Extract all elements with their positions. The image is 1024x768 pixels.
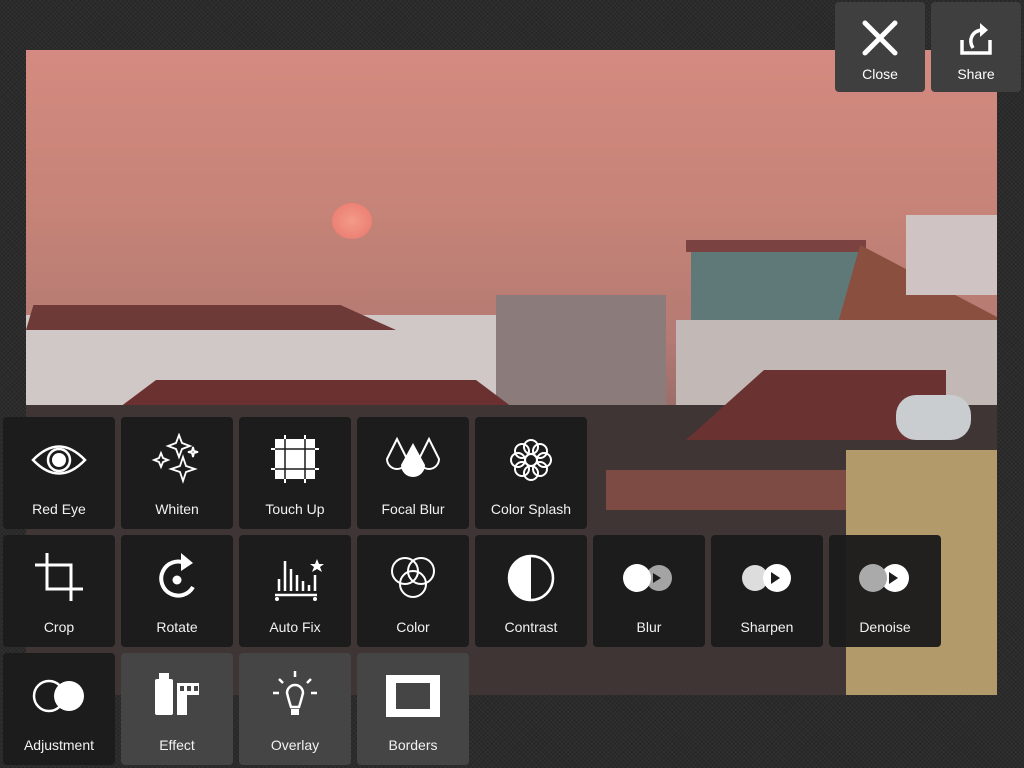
tool-contrast-button[interactable]: Contrast <box>475 535 587 647</box>
tool-sharpen-button[interactable]: Sharpen <box>711 535 823 647</box>
share-button[interactable]: Share <box>931 2 1021 92</box>
tool-label: Auto Fix <box>269 619 321 635</box>
tool-label: Crop <box>43 619 75 635</box>
sharpen-icon <box>742 564 791 592</box>
tool-label: Whiten <box>155 501 199 517</box>
close-button[interactable]: Close <box>835 2 925 92</box>
tool-red-eye-button[interactable]: Red Eye <box>3 417 115 529</box>
sun <box>332 203 372 239</box>
tool-label: Overlay <box>270 737 320 753</box>
contrast-icon <box>507 554 555 602</box>
share-icon <box>960 23 992 55</box>
tool-label: Red Eye <box>32 501 86 517</box>
close-label: Close <box>862 66 898 82</box>
tool-color-splash-button[interactable]: Color Splash <box>475 417 587 529</box>
drops-icon <box>385 436 441 477</box>
tool-color-button[interactable]: Color <box>357 535 469 647</box>
tool-overlay-button[interactable]: Overlay <box>239 653 351 765</box>
tool-rotate-button[interactable]: Rotate <box>121 535 233 647</box>
frame-icon <box>386 675 440 717</box>
tool-label: Color <box>396 619 430 635</box>
blur-icon <box>623 564 672 592</box>
tool-label: Rotate <box>156 619 198 635</box>
patch-icon <box>271 435 319 483</box>
lightbulb-icon <box>273 671 317 715</box>
tool-label: Blur <box>636 619 662 635</box>
tool-effect-button[interactable]: Effect <box>121 653 233 765</box>
tool-whiten-button[interactable]: Whiten <box>121 417 233 529</box>
sparkles-icon <box>151 433 199 484</box>
tool-crop-button[interactable]: Crop <box>3 535 115 647</box>
denoise-icon <box>859 564 909 592</box>
share-label: Share <box>957 66 995 82</box>
tool-label: Contrast <box>504 619 558 635</box>
crop-icon <box>35 553 83 601</box>
rotate-icon <box>159 553 195 598</box>
tool-label: Adjustment <box>23 737 95 753</box>
close-icon <box>862 20 898 56</box>
tool-adjustment-button[interactable]: Adjustment <box>3 653 115 765</box>
histogram-star-icon <box>275 559 324 601</box>
rgb-circles-icon <box>391 557 435 598</box>
film-icon <box>155 673 199 715</box>
tool-denoise-button[interactable]: Denoise <box>829 535 941 647</box>
tool-blur-button[interactable]: Blur <box>593 535 705 647</box>
tool-label: Touch Up <box>265 501 325 517</box>
eye-icon <box>31 445 87 475</box>
flower-icon <box>510 439 552 481</box>
tool-label: Denoise <box>859 619 911 635</box>
tool-focal-blur-button[interactable]: Focal Blur <box>357 417 469 529</box>
tool-label: Borders <box>388 737 438 753</box>
tool-label: Effect <box>159 737 195 753</box>
tool-label: Color Splash <box>490 501 572 517</box>
tool-label: Sharpen <box>740 619 794 635</box>
tool-touch-up-button[interactable]: Touch Up <box>239 417 351 529</box>
tool-borders-button[interactable]: Borders <box>357 653 469 765</box>
tool-label: Focal Blur <box>381 501 445 517</box>
tool-auto-fix-button[interactable]: Auto Fix <box>239 535 351 647</box>
adjustment-icon <box>32 679 84 713</box>
